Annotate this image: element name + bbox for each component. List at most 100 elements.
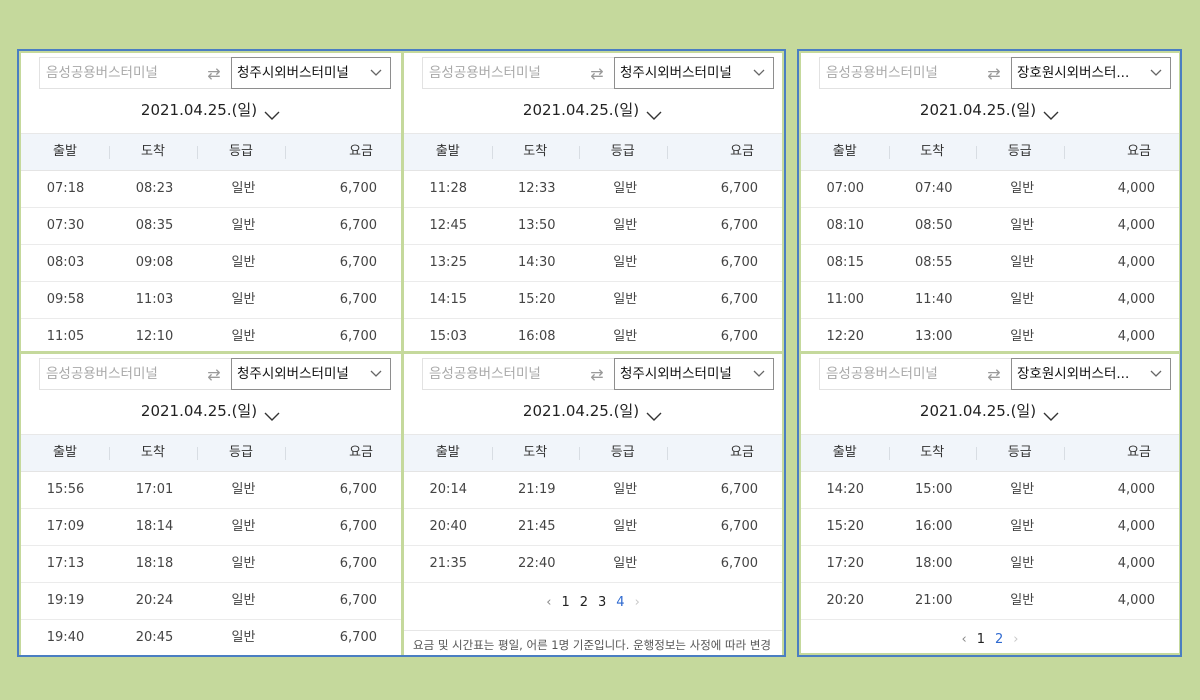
- destination-select[interactable]: 청주시외버스터미널: [231, 358, 391, 390]
- destination-select[interactable]: 청주시외버스터미널: [614, 57, 774, 89]
- table-row[interactable]: 17:13 18:18 일반 6,700: [21, 546, 401, 583]
- destination-label: 장호원시외버스터...: [1017, 366, 1130, 382]
- destination-label: 청주시외버스터미널: [620, 366, 732, 382]
- next-page-icon[interactable]: ›: [635, 585, 640, 621]
- bus-grade: 일반: [231, 593, 256, 608]
- column-header: 도착: [491, 435, 580, 471]
- table-row[interactable]: 14:15 15:20 일반 6,700: [404, 282, 782, 319]
- fare: 4,000: [1117, 181, 1155, 196]
- arrival-time: 16:00: [915, 519, 953, 534]
- date-selector[interactable]: 2021.04.25.(일): [404, 98, 782, 122]
- table-row[interactable]: 07:00 07:40 일반 4,000: [801, 171, 1179, 208]
- table-row[interactable]: 21:35 22:40 일반 6,700: [404, 546, 782, 583]
- departure-time: 09:58: [46, 292, 85, 307]
- page-number[interactable]: 3: [598, 585, 606, 621]
- destination-label: 청주시외버스터미널: [620, 65, 732, 81]
- route-search-row: 음성공용버스터미널 ⇄ 청주시외버스터미널: [422, 358, 774, 390]
- prev-page-icon[interactable]: ‹: [962, 622, 967, 653]
- column-header: 출발: [832, 144, 857, 159]
- table-row[interactable]: 19:19 20:24 일반 6,700: [21, 583, 401, 620]
- chevron-down-icon[interactable]: [645, 105, 663, 120]
- date-selector[interactable]: 2021.04.25.(일): [21, 98, 401, 122]
- chevron-down-icon[interactable]: [645, 406, 663, 421]
- right-screenshot-frame: 음성공용버스터미널 ⇄ 장호원시외버스터... 2021.04.25.(일) 출발 도착 등…: [797, 49, 1182, 657]
- table-row[interactable]: 08:10 08:50 일반 4,000: [801, 208, 1179, 245]
- swap-route-icon[interactable]: ⇄: [977, 358, 1011, 390]
- table-row[interactable]: 19:40 20:45 일반 6,700: [21, 620, 401, 655]
- table-row[interactable]: 20:14 21:19 일반 6,700: [404, 472, 782, 509]
- origin-terminal-input[interactable]: 음성공용버스터미널: [819, 57, 977, 89]
- table-row[interactable]: 09:58 11:03 일반 6,700: [21, 282, 401, 319]
- table-row[interactable]: 11:28 12:33 일반 6,700: [404, 171, 782, 208]
- table-row[interactable]: 11:00 11:40 일반 4,000: [801, 282, 1179, 319]
- page-number[interactable]: 1: [561, 585, 569, 621]
- prev-page-icon[interactable]: ‹: [546, 585, 551, 621]
- table-row[interactable]: 11:05 12:10 일반 6,700: [21, 319, 401, 351]
- origin-terminal-input[interactable]: 음성공용버스터미널: [39, 57, 197, 89]
- bus-grade: 일반: [1010, 329, 1035, 344]
- bus-grade: 일반: [231, 218, 256, 233]
- chevron-down-icon[interactable]: [263, 406, 281, 421]
- arrival-time: 12:33: [518, 181, 556, 196]
- arrival-time: 08:23: [135, 181, 174, 196]
- bus-grade: 일반: [231, 482, 256, 497]
- page-number[interactable]: 1: [977, 622, 985, 653]
- table-row[interactable]: 15:56 17:01 일반 6,700: [21, 472, 401, 509]
- origin-terminal-input[interactable]: 음성공용버스터미널: [422, 57, 580, 89]
- swap-route-icon[interactable]: ⇄: [580, 57, 614, 89]
- date-selector[interactable]: 2021.04.25.(일): [801, 399, 1179, 423]
- swap-route-icon[interactable]: ⇄: [197, 57, 231, 89]
- swap-route-icon[interactable]: ⇄: [580, 358, 614, 390]
- timetable-panel: 음성공용버스터미널 ⇄ 청주시외버스터미널 2021.04.25.(일) 출발 도착 등급 요…: [404, 354, 782, 655]
- table-row[interactable]: 17:20 18:00 일반 4,000: [801, 546, 1179, 583]
- table-row[interactable]: 15:03 16:08 일반 6,700: [404, 319, 782, 351]
- fare: 4,000: [1117, 482, 1155, 497]
- table-row[interactable]: 17:09 18:14 일반 6,700: [21, 509, 401, 546]
- page-number[interactable]: 4: [616, 585, 624, 621]
- column-header: 출발: [53, 445, 77, 460]
- table-row[interactable]: 12:20 13:00 일반 4,000: [801, 319, 1179, 351]
- table-row[interactable]: 08:03 09:08 일반 6,700: [21, 245, 401, 282]
- route-search-row: 음성공용버스터미널 ⇄ 장호원시외버스터...: [819, 358, 1171, 390]
- swap-route-icon[interactable]: ⇄: [197, 358, 231, 390]
- origin-terminal-input[interactable]: 음성공용버스터미널: [422, 358, 580, 390]
- arrival-time: 17:01: [135, 482, 174, 497]
- arrival-time: 12:10: [135, 329, 174, 344]
- page-number[interactable]: 2: [580, 585, 588, 621]
- fare: 6,700: [339, 329, 377, 344]
- next-page-icon[interactable]: ›: [1013, 622, 1018, 653]
- origin-terminal-input[interactable]: 음성공용버스터미널: [39, 358, 197, 390]
- destination-select[interactable]: 청주시외버스터미널: [231, 57, 391, 89]
- destination-select[interactable]: 청주시외버스터미널: [614, 358, 774, 390]
- table-row[interactable]: 12:45 13:50 일반 6,700: [404, 208, 782, 245]
- departure-time: 08:10: [826, 218, 864, 233]
- date-selector[interactable]: 2021.04.25.(일): [404, 399, 782, 423]
- departure-time: 11:00: [826, 292, 864, 307]
- chevron-down-icon: [1150, 359, 1162, 389]
- table-row[interactable]: 07:30 08:35 일반 6,700: [21, 208, 401, 245]
- column-header: 도착: [109, 435, 197, 471]
- chevron-down-icon[interactable]: [1042, 406, 1060, 421]
- destination-select[interactable]: 장호원시외버스터...: [1011, 57, 1171, 89]
- timetable-header: 출발 도착 등급 요금: [21, 133, 401, 171]
- table-row[interactable]: 07:18 08:23 일반 6,700: [21, 171, 401, 208]
- bus-grade: 일반: [1010, 292, 1035, 307]
- timetable-body: 14:20 15:00 일반 4,000 15:20 16:00 일반 4,000 17:20 1…: [801, 472, 1179, 620]
- date-selector[interactable]: 2021.04.25.(일): [21, 399, 401, 423]
- swap-route-icon[interactable]: ⇄: [977, 57, 1011, 89]
- bus-grade: 일반: [613, 329, 638, 344]
- table-row[interactable]: 15:20 16:00 일반 4,000: [801, 509, 1179, 546]
- timetable-panel: 음성공용버스터미널 ⇄ 장호원시외버스터... 2021.04.25.(일) 출발 도착 등…: [801, 354, 1179, 653]
- page-number[interactable]: 2: [995, 622, 1003, 653]
- column-header: 요금: [285, 134, 401, 170]
- table-row[interactable]: 20:40 21:45 일반 6,700: [404, 509, 782, 546]
- table-row[interactable]: 20:20 21:00 일반 4,000: [801, 583, 1179, 620]
- chevron-down-icon[interactable]: [1042, 105, 1060, 120]
- destination-select[interactable]: 장호원시외버스터...: [1011, 358, 1171, 390]
- table-row[interactable]: 08:15 08:55 일반 4,000: [801, 245, 1179, 282]
- origin-terminal-input[interactable]: 음성공용버스터미널: [819, 358, 977, 390]
- table-row[interactable]: 13:25 14:30 일반 6,700: [404, 245, 782, 282]
- date-selector[interactable]: 2021.04.25.(일): [801, 98, 1179, 122]
- table-row[interactable]: 14:20 15:00 일반 4,000: [801, 472, 1179, 509]
- chevron-down-icon[interactable]: [263, 105, 281, 120]
